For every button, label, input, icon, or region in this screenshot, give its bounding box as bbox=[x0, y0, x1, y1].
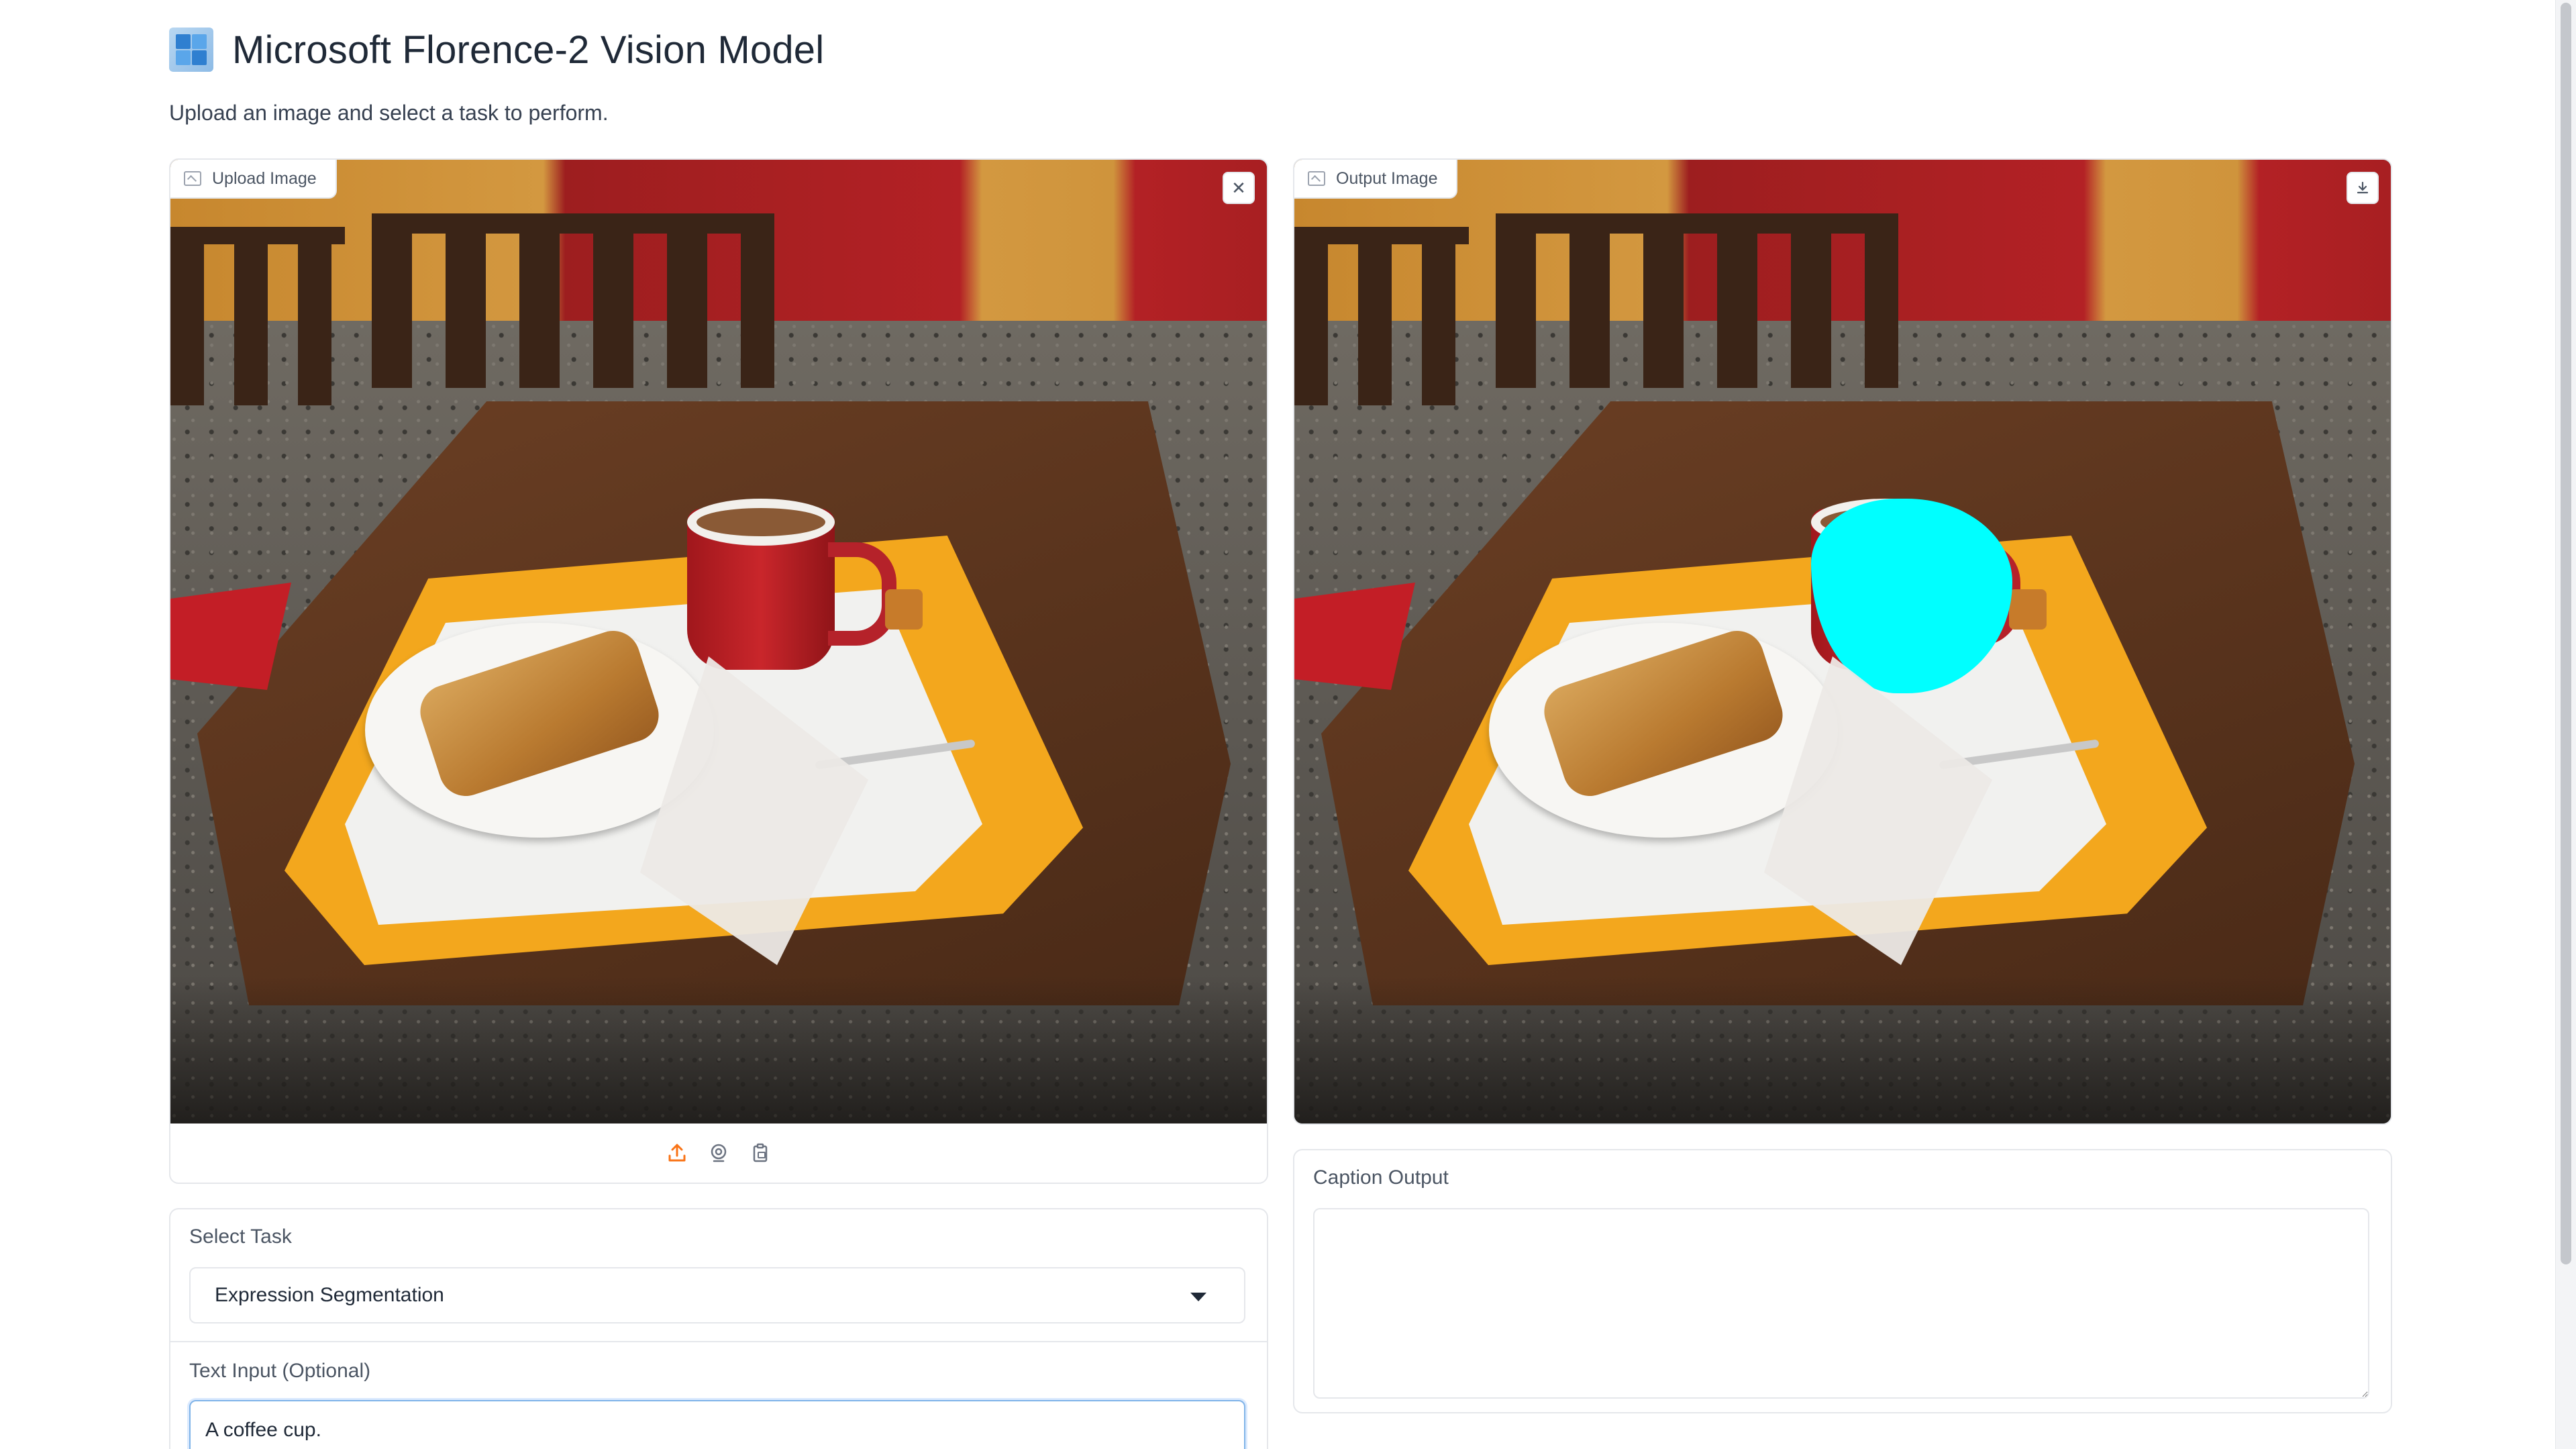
task-dropdown-value: Expression Segmentation bbox=[215, 1284, 444, 1306]
upload-image-label: Upload Image bbox=[170, 160, 337, 199]
upload-icon[interactable] bbox=[664, 1140, 690, 1166]
output-photo bbox=[1294, 160, 2391, 1123]
output-image-panel: Output Image bbox=[1293, 158, 2392, 1125]
chevron-down-icon bbox=[1190, 1293, 1206, 1301]
scrollbar-thumb[interactable] bbox=[2561, 3, 2571, 1264]
task-dropdown[interactable]: Expression Segmentation bbox=[189, 1267, 1245, 1323]
app-header: Microsoft Florence-2 Vision Model bbox=[169, 23, 824, 77]
task-panel: Select Task Expression Segmentation Text… bbox=[169, 1208, 1268, 1449]
text-input-label: Text Input (Optional) bbox=[189, 1360, 371, 1382]
output-image-label-text: Output Image bbox=[1336, 168, 1438, 188]
close-icon: ✕ bbox=[1231, 177, 1246, 198]
caption-output-panel: Caption Output bbox=[1293, 1149, 2392, 1413]
image-icon bbox=[184, 171, 201, 186]
upload-image-panel[interactable]: Upload Image ✕ bbox=[169, 158, 1268, 1184]
upload-image-label-text: Upload Image bbox=[212, 168, 317, 188]
page-subtitle: Upload an image and select a task to per… bbox=[169, 101, 609, 125]
caption-output-textarea[interactable] bbox=[1313, 1208, 2369, 1399]
upload-source-toolbar bbox=[170, 1123, 1267, 1183]
app-page: Microsoft Florence-2 Vision Model Upload… bbox=[0, 0, 2576, 1449]
caption-output-label: Caption Output bbox=[1313, 1166, 1449, 1189]
page-title: Microsoft Florence-2 Vision Model bbox=[232, 28, 825, 72]
download-icon bbox=[2357, 181, 2369, 194]
image-icon bbox=[1308, 171, 1325, 186]
clipboard-icon[interactable] bbox=[747, 1140, 774, 1166]
clear-image-button[interactable]: ✕ bbox=[1223, 172, 1255, 204]
page-scrollbar[interactable] bbox=[2555, 0, 2576, 1449]
divider bbox=[170, 1341, 1267, 1342]
download-image-button[interactable] bbox=[2347, 172, 2379, 204]
uploaded-photo[interactable] bbox=[170, 160, 1267, 1123]
text-prompt-input[interactable] bbox=[189, 1400, 1245, 1449]
windows-logo-icon bbox=[169, 28, 213, 72]
select-task-label: Select Task bbox=[189, 1226, 292, 1248]
webcam-icon[interactable] bbox=[705, 1140, 732, 1166]
output-image-label: Output Image bbox=[1294, 160, 1458, 199]
